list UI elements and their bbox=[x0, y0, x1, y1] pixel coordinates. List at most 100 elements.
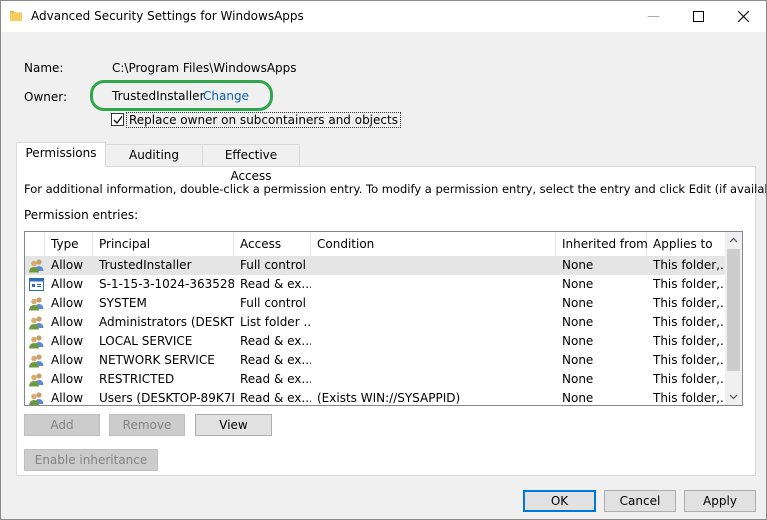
cell-type: Allow bbox=[51, 372, 84, 386]
cell-access: Read & ex... bbox=[240, 391, 311, 405]
cell-inherited: None bbox=[562, 372, 594, 386]
table-row[interactable]: Allow TrustedInstaller Full control None Thi… bbox=[25, 256, 725, 275]
replace-owner-checkbox[interactable] bbox=[111, 113, 124, 126]
cell-condition bbox=[311, 275, 556, 294]
ok-button[interactable]: OK bbox=[523, 490, 596, 512]
permission-entries-list[interactable]: Type Principal Access Condition Inherite… bbox=[24, 231, 743, 406]
column-type[interactable]: Type bbox=[45, 232, 93, 256]
cell-applies: This folder,... bbox=[653, 391, 725, 405]
cell-principal: NETWORK SERVICE bbox=[99, 353, 215, 367]
cell-access: Full control bbox=[240, 258, 306, 272]
cell-applies: This folder,... bbox=[653, 315, 725, 329]
cell-applies: This folder,... bbox=[653, 296, 725, 310]
chevron-up-icon bbox=[729, 237, 738, 243]
cell-applies: This folder,... bbox=[653, 258, 725, 272]
view-button[interactable]: View bbox=[195, 414, 272, 436]
add-button[interactable]: Add bbox=[24, 414, 100, 436]
cell-inherited: None bbox=[562, 315, 594, 329]
cell-condition: (Exists WIN://SYSAPPID) bbox=[317, 391, 461, 405]
permission-entries-label: Permission entries: bbox=[24, 208, 139, 222]
users-icon bbox=[28, 371, 45, 388]
table-row[interactable]: Allow S-1-15-3-1024-363528... Read & ex...… bbox=[25, 275, 725, 294]
name-label: Name: bbox=[24, 61, 64, 75]
close-icon bbox=[737, 10, 750, 23]
table-row[interactable]: Allow LOCAL SERVICE Read & ex... None This f… bbox=[25, 332, 725, 351]
cell-inherited: None bbox=[562, 391, 594, 405]
cell-principal: SYSTEM bbox=[99, 296, 147, 310]
minimize-button[interactable]: — bbox=[631, 1, 676, 32]
enable-inheritance-button[interactable]: Enable inheritance bbox=[24, 449, 158, 471]
window-title: Advanced Security Settings for WindowsAp… bbox=[31, 9, 304, 23]
scroll-down-arrow[interactable] bbox=[725, 388, 742, 405]
cell-principal: TrustedInstaller bbox=[99, 258, 192, 272]
cell-access: Read & ex... bbox=[240, 353, 311, 367]
vertical-scrollbar[interactable] bbox=[725, 232, 742, 405]
column-condition[interactable]: Condition bbox=[311, 232, 556, 256]
column-access[interactable]: Access bbox=[234, 232, 311, 256]
column-principal[interactable]: Principal bbox=[93, 232, 234, 256]
cell-access: Read & ex... bbox=[240, 277, 311, 291]
users-icon bbox=[28, 390, 45, 405]
cell-inherited: None bbox=[562, 296, 594, 310]
users-icon bbox=[28, 295, 45, 312]
cell-condition bbox=[311, 256, 556, 275]
table-row[interactable]: Allow SYSTEM Full control None This folder,.… bbox=[25, 294, 725, 313]
close-button[interactable] bbox=[721, 1, 766, 32]
cell-type: Allow bbox=[51, 296, 84, 310]
cell-applies: This folder,... bbox=[653, 372, 725, 386]
cell-applies: This folder,... bbox=[653, 334, 725, 348]
table-row[interactable]: Allow NETWORK SERVICE Read & ex... None This… bbox=[25, 351, 725, 370]
owner-label: Owner: bbox=[24, 90, 68, 104]
users-icon bbox=[28, 314, 45, 331]
chevron-down-icon bbox=[729, 394, 738, 400]
users-icon bbox=[28, 352, 45, 369]
cell-principal: RESTRICTED bbox=[99, 372, 175, 386]
table-row[interactable]: Allow RESTRICTED Read & ex... None This fold… bbox=[25, 370, 725, 389]
cancel-button[interactable]: Cancel bbox=[604, 490, 676, 512]
cell-inherited: None bbox=[562, 334, 594, 348]
column-icon[interactable] bbox=[25, 232, 45, 256]
apply-button[interactable]: Apply bbox=[684, 490, 756, 512]
cell-type: Allow bbox=[51, 353, 84, 367]
minimize-icon: — bbox=[647, 9, 660, 24]
cell-condition bbox=[311, 370, 556, 389]
cell-inherited: None bbox=[562, 277, 594, 291]
cell-condition bbox=[311, 294, 556, 313]
cell-access: Read & ex... bbox=[240, 334, 311, 348]
cell-condition bbox=[311, 351, 556, 370]
table-row[interactable]: Allow Administrators (DESKT... List folder… bbox=[25, 313, 725, 332]
column-inherited-from[interactable]: Inherited from bbox=[556, 232, 648, 256]
cell-type: Allow bbox=[51, 391, 84, 405]
tab-auditing[interactable]: Auditing bbox=[105, 144, 203, 166]
list-header: Type Principal Access Condition Inherite… bbox=[25, 232, 725, 256]
title-bar[interactable]: Advanced Security Settings for WindowsAp… bbox=[1, 1, 766, 32]
users-icon bbox=[28, 257, 45, 274]
permissions-info-text: For additional information, double-click… bbox=[24, 182, 767, 196]
cell-inherited: None bbox=[562, 258, 594, 272]
scroll-thumb[interactable] bbox=[727, 249, 740, 371]
tab-permissions[interactable]: Permissions bbox=[16, 142, 106, 167]
scroll-up-arrow[interactable] bbox=[725, 232, 742, 249]
cell-type: Allow bbox=[51, 334, 84, 348]
cell-applies: This folder,... bbox=[653, 353, 725, 367]
name-value: C:\Program Files\WindowsApps bbox=[112, 61, 297, 75]
users-icon bbox=[28, 333, 45, 350]
checkmark-icon bbox=[113, 116, 123, 125]
cell-access: Read & ex... bbox=[240, 372, 311, 386]
cell-condition bbox=[311, 332, 556, 351]
cell-type: Allow bbox=[51, 258, 84, 272]
table-row[interactable]: Allow Users (DESKTOP-89K7F... Read & ex...… bbox=[25, 389, 725, 405]
advanced-security-settings-window: Advanced Security Settings for WindowsAp… bbox=[0, 0, 767, 520]
cell-principal: LOCAL SERVICE bbox=[99, 334, 193, 348]
column-applies-to[interactable]: Applies to bbox=[647, 232, 725, 256]
owner-highlight-annotation bbox=[90, 80, 273, 111]
cell-principal: S-1-15-3-1024-363528... bbox=[99, 277, 234, 291]
replace-owner-label[interactable]: Replace owner on subcontainers and objec… bbox=[126, 112, 401, 128]
tab-effective-access[interactable]: Effective Access bbox=[202, 144, 300, 183]
folder-icon bbox=[10, 11, 22, 21]
maximize-button[interactable] bbox=[676, 1, 721, 32]
cell-principal: Administrators (DESKT... bbox=[99, 315, 234, 329]
cell-type: Allow bbox=[51, 315, 84, 329]
cell-access: Full control bbox=[240, 296, 306, 310]
remove-button[interactable]: Remove bbox=[109, 414, 185, 436]
